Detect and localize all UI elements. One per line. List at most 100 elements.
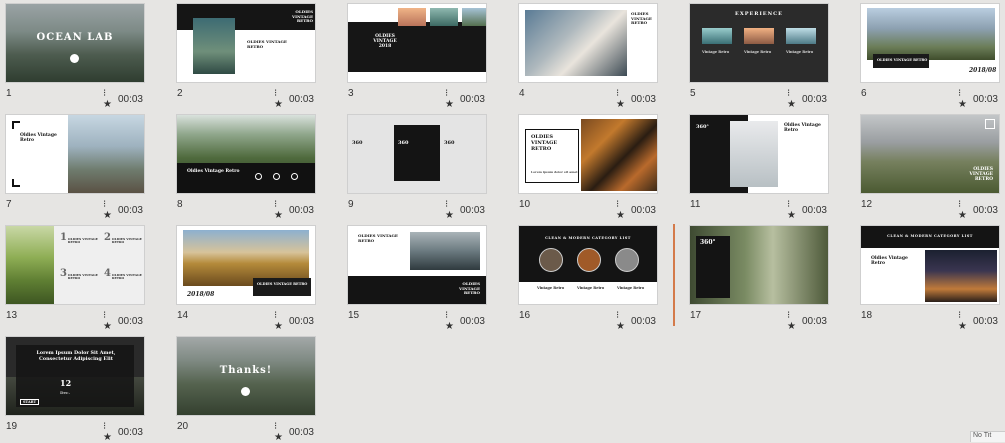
slide-card[interactable]: Thanks! 20 ⁝★ 00:03 — [171, 333, 315, 443]
slide-card[interactable]: 360° Oldies Vintage Retro 11 ⁝★ 00:03 — [684, 111, 828, 221]
slide-meta: ⁝★ 00:03 — [274, 421, 314, 443]
slide-meta: ⁝★ 00:03 — [274, 199, 314, 221]
slide-card[interactable]: 360° 17 ⁝★ 00:03 — [684, 222, 828, 332]
slide-meta: ⁝★ 00:03 — [274, 88, 314, 110]
pin-icon — [255, 173, 262, 180]
slide-photo — [6, 226, 54, 304]
slide-meta: ⁝★ 00:03 — [445, 199, 485, 221]
list-number: 1 — [60, 232, 67, 243]
slide-meta: ⁝★ 00:03 — [445, 310, 485, 332]
slide-thumbnail[interactable]: OLDIES VINTAGE RETRO OLDIES VINTAGE RETR… — [177, 4, 315, 82]
slide-card[interactable]: CLEAN & MODERN CATEGORY LIST Vintage Ret… — [513, 222, 657, 332]
slide-meta: ⁝★ 00:03 — [958, 310, 998, 332]
slide-meta: ⁝★ 00:03 — [274, 310, 314, 332]
category-image — [577, 248, 601, 272]
slide-number: 3 — [348, 88, 354, 99]
slide-thumbnail[interactable]: 360° — [690, 226, 828, 304]
slide-thumbnail[interactable]: OLDIES VINTAGE RETRO — [861, 115, 999, 193]
slide-duration: 00:03 — [459, 204, 485, 216]
slide-title: Oldies Vintage Retro — [187, 169, 240, 174]
slide-number: 18 — [861, 310, 873, 321]
slide-number: 17 — [690, 310, 702, 321]
slide-photo — [744, 28, 774, 44]
slide-header: CLEAN & MODERN CATEGORY LIST — [887, 234, 973, 238]
slide-card[interactable]: OLDIES VINTAGE RETRO Lorem ipsum dolor s… — [513, 111, 657, 221]
slide-number: 4 — [519, 88, 525, 99]
slide-title: Oldies Vintage Retro — [871, 256, 908, 267]
slide-thumbnail[interactable]: OLDIES VINTAGE RETRO — [519, 4, 657, 82]
slide-number: 5 — [690, 88, 696, 99]
slide-duration: 00:03 — [630, 204, 656, 216]
slide-title: Lorem Ipsum Dolor Sit Amet, Consectetur … — [36, 350, 116, 362]
slide-title: OCEAN LAB — [36, 32, 114, 43]
slide-title: EXPERIENCE — [735, 11, 783, 17]
slide-card[interactable]: OLDIES VINTAGE RETRO 2018/08 6 ⁝★ 00:03 — [855, 0, 999, 110]
slide-thumbnail[interactable]: OLDIES VINTAGE 2018 — [348, 4, 486, 82]
start-badge: START — [20, 399, 40, 406]
slide-card[interactable]: Oldies Vintage Retro 7 ⁝★ 00:03 — [0, 111, 144, 221]
slide-thumbnail[interactable]: Oldies Vintage Retro — [6, 115, 144, 193]
slide-card[interactable]: EXPERIENCE Vintage Retro Vintage Retro V… — [684, 0, 828, 110]
slide-duration: 00:03 — [972, 204, 998, 216]
slide-thumbnail[interactable]: CLEAN & MODERN CATEGORY LIST Vintage Ret… — [519, 226, 657, 304]
slide-photo — [398, 8, 426, 26]
slide-thumbnail[interactable]: EXPERIENCE Vintage Retro Vintage Retro V… — [690, 4, 828, 82]
animation-star-icon: ⁝★ — [787, 199, 796, 221]
slide-thumbnail[interactable]: OLDIES VINTAGE RETRO 2018/08 — [177, 226, 315, 304]
slide-card[interactable]: OLDIES VINTAGE RETRO 4 ⁝★ 00:03 — [513, 0, 657, 110]
slide-meta: ⁝★ 00:03 — [787, 310, 827, 332]
slide-title: Oldies Vintage Retro — [20, 133, 57, 144]
slide-card[interactable]: OCEAN LAB 1 ⁝★ 00:03 — [0, 0, 144, 110]
animation-star-icon: ⁝★ — [274, 310, 283, 332]
slide-duration: 00:03 — [801, 315, 827, 327]
slide-thumbnail[interactable]: Thanks! — [177, 337, 315, 415]
slide-duration: 00:03 — [459, 315, 485, 327]
slide-thumbnail[interactable]: OLDIES VINTAGE RETRO 2018/08 — [861, 4, 999, 82]
slide-thumbnail[interactable]: 360° Oldies Vintage Retro — [690, 115, 828, 193]
slide-card[interactable]: OLDIES VINTAGE 2018 3 ⁝★ 00:03 — [342, 0, 486, 110]
slide-thumbnail[interactable]: Oldies Vintage Retro — [177, 115, 315, 193]
slide-meta: ⁝★ 00:03 — [103, 421, 143, 443]
slide-thumbnail[interactable]: OLDIES VINTAGE RETRO Lorem ipsum dolor s… — [519, 115, 657, 193]
event-month: Dec. — [60, 390, 70, 395]
timer-icon — [273, 173, 280, 180]
slide-photo — [525, 10, 627, 76]
slide-photo — [410, 232, 480, 270]
slide-card[interactable]: OLDIES VINTAGE RETRO 12 ⁝★ 00:03 — [855, 111, 999, 221]
slide-card[interactable]: Lorem Ipsum Dolor Sit Amet, Consectetur … — [0, 333, 144, 443]
play-icon — [70, 54, 79, 63]
slide-card[interactable]: CLEAN & MODERN CATEGORY LIST Oldies Vint… — [855, 222, 999, 332]
slide-photo — [730, 121, 778, 187]
slide-meta: ⁝★ 00:03 — [787, 199, 827, 221]
slide-duration: 00:03 — [801, 204, 827, 216]
frame-icon — [985, 119, 995, 129]
category-image — [539, 248, 563, 272]
slide-photo — [462, 8, 486, 26]
slide-photo — [68, 115, 144, 193]
slide-thumbnail[interactable]: 360 360 360 — [348, 115, 486, 193]
slide-number: 15 — [348, 310, 360, 321]
slide-thumbnail[interactable]: OLDIES VINTAGE RETRO OLDIES VINTAGE RETR… — [348, 226, 486, 304]
slide-card[interactable]: OLDIES VINTAGE RETRO 2018/08 14 ⁝★ 00:03 — [171, 222, 315, 332]
slide-grid: OCEAN LAB 1 ⁝★ 00:03 OLDIES VINTAGE RETR… — [0, 0, 1005, 443]
slide-title: OLDIES VINTAGE RETRO — [531, 134, 558, 152]
slide-duration: 00:03 — [630, 93, 656, 105]
slide-number: 7 — [6, 199, 12, 210]
slide-duration: 00:03 — [117, 93, 143, 105]
slide-card[interactable]: 360 360 360 9 ⁝★ 00:03 — [342, 111, 486, 221]
slide-thumbnail[interactable]: Lorem Ipsum Dolor Sit Amet, Consectetur … — [6, 337, 144, 415]
slide-card[interactable]: 1 OLDIES VINTAGE RETRO 2 OLDIES VINTAGE … — [0, 222, 144, 332]
slide-duration: 00:03 — [117, 204, 143, 216]
slide-thumbnail[interactable]: OCEAN LAB — [6, 4, 144, 82]
list-number: 3 — [60, 268, 67, 279]
slide-number: 9 — [348, 199, 354, 210]
slide-card[interactable]: OLDIES VINTAGE RETRO OLDIES VINTAGE RETR… — [342, 222, 486, 332]
animation-star-icon: ⁝★ — [445, 88, 454, 110]
slide-number: 13 — [6, 310, 18, 321]
slide-meta: ⁝★ 00:03 — [103, 199, 143, 221]
slide-thumbnail[interactable]: CLEAN & MODERN CATEGORY LIST Oldies Vint… — [861, 226, 999, 304]
slide-card[interactable]: Oldies Vintage Retro 8 ⁝★ 00:03 — [171, 111, 315, 221]
slide-number: 8 — [177, 199, 183, 210]
slide-thumbnail[interactable]: 1 OLDIES VINTAGE RETRO 2 OLDIES VINTAGE … — [6, 226, 144, 304]
slide-card[interactable]: OLDIES VINTAGE RETRO OLDIES VINTAGE RETR… — [171, 0, 315, 110]
